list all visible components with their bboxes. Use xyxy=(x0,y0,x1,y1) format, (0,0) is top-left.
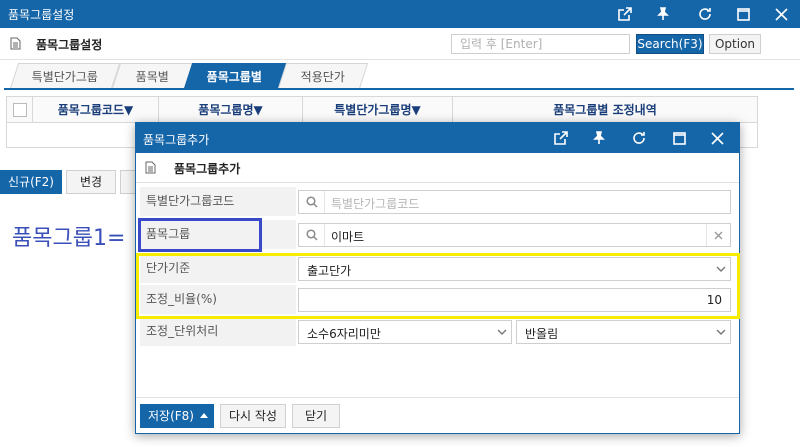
decimal-places-select[interactable]: 소수6자리미만 xyxy=(298,320,512,344)
field-value: 이마트 xyxy=(331,230,365,244)
field-label: 조정_단위처리 xyxy=(140,317,296,347)
close-icon[interactable] xyxy=(762,0,800,28)
window-title: 품목그룹설정 xyxy=(8,8,75,22)
tab-underline xyxy=(4,88,794,90)
column-header-special-price-group-name[interactable]: 특별단가그룹명▼ xyxy=(303,97,453,123)
document-icon xyxy=(145,161,156,174)
search-icon[interactable] xyxy=(299,191,325,213)
item-group-field[interactable]: 이마트 xyxy=(298,223,731,247)
select-all-checkbox[interactable] xyxy=(13,103,27,117)
column-header-item-group-name[interactable]: 품목그룹명▼ xyxy=(159,97,303,123)
page-title: 품목그룹설정 xyxy=(36,38,103,52)
field-row-special-price-group-code: 특별단가그룹코드 특별단가그룹코드 xyxy=(140,187,735,217)
refresh-icon[interactable] xyxy=(686,0,724,28)
option-button[interactable]: Option xyxy=(709,34,761,54)
clear-icon[interactable] xyxy=(706,224,730,246)
overlay-annotation-text: 품목그룹1= xyxy=(12,226,126,251)
close-button[interactable]: 닫기 xyxy=(292,404,340,428)
search-button[interactable]: Search(F3) xyxy=(636,34,704,54)
document-icon xyxy=(10,37,21,50)
blue-highlight-box xyxy=(138,218,262,252)
dialog-footer: 저장(F8) 다시 작성 닫기 xyxy=(136,397,739,433)
maximize-icon[interactable] xyxy=(724,0,762,28)
search-input[interactable] xyxy=(451,34,630,54)
grid-header-row: 품목그룹코드▼ 품목그룹명▼ 특별단가그룹명▼ 품목그룹별 조정내역 xyxy=(7,97,757,123)
chevron-down-icon xyxy=(716,328,726,336)
dialog-header-title: 품목그룹추가 xyxy=(174,162,241,176)
tab-special-price-group[interactable]: 특별단가그룹 xyxy=(9,63,121,89)
page-header: 품목그룹설정 Search(F3) Option xyxy=(0,28,800,60)
rewrite-button[interactable]: 다시 작성 xyxy=(220,404,286,428)
pin-icon[interactable] xyxy=(580,124,618,152)
yellow-highlight-box xyxy=(136,253,740,319)
field-value: 반올림 xyxy=(525,327,559,341)
dialog-title-bar: 품목그룹추가 xyxy=(136,123,739,153)
pin-icon[interactable] xyxy=(644,0,682,28)
dialog-header: 품목그룹추가 xyxy=(136,153,739,183)
rounding-select[interactable]: 반올림 xyxy=(516,320,731,344)
column-header-item-group-code[interactable]: 품목그룹코드▼ xyxy=(33,97,159,123)
new-button[interactable]: 신규(F2) xyxy=(0,170,62,194)
chevron-down-icon xyxy=(497,328,507,336)
field-placeholder: 특별단가그룹코드 xyxy=(331,197,420,211)
external-link-icon[interactable] xyxy=(542,124,580,152)
tab-by-item[interactable]: 품목별 xyxy=(111,63,195,89)
special-price-group-code-field[interactable]: 특별단가그룹코드 xyxy=(298,190,731,214)
external-link-icon[interactable] xyxy=(606,0,644,28)
window-title-bar: 품목그룹설정 xyxy=(0,0,800,28)
tab-applied-price[interactable]: 적용단가 xyxy=(277,63,369,89)
field-row-unit-processing: 조정_단위처리 소수6자리미만 반올림 xyxy=(140,317,735,347)
select-all-cell xyxy=(7,97,33,123)
save-button[interactable]: 저장(F8) xyxy=(140,404,214,428)
refresh-icon[interactable] xyxy=(620,124,658,152)
column-header-adjustment-details: 품목그룹별 조정내역 xyxy=(553,103,657,117)
edit-button[interactable]: 변경 xyxy=(66,170,116,194)
field-label: 특별단가그룹코드 xyxy=(140,187,296,217)
search-icon[interactable] xyxy=(299,224,325,246)
dialog-title: 품목그룹추가 xyxy=(143,133,210,147)
field-value: 소수6자리미만 xyxy=(307,327,381,341)
tab-by-item-group[interactable]: 품목그룹별 xyxy=(183,63,287,89)
close-icon[interactable] xyxy=(698,124,736,152)
caret-up-icon[interactable] xyxy=(200,413,208,418)
maximize-icon[interactable] xyxy=(660,124,698,152)
